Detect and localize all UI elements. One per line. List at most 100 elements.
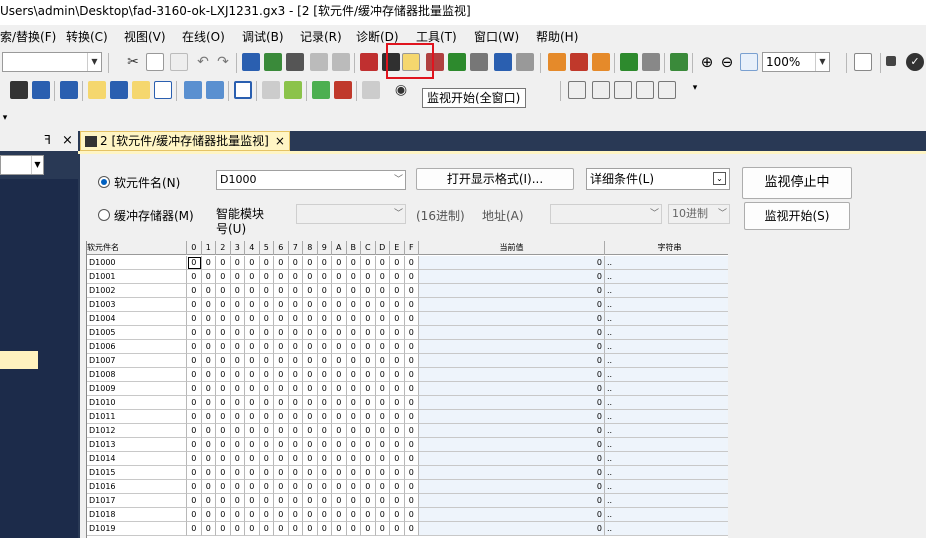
bit-cell[interactable]: 0 bbox=[245, 522, 260, 536]
bit-cell[interactable]: 0 bbox=[187, 298, 202, 312]
bit-cell[interactable]: 0 bbox=[346, 480, 361, 494]
bit-cell[interactable]: 0 bbox=[361, 256, 376, 270]
bit-cell[interactable]: 0 bbox=[303, 326, 318, 340]
bit-cell[interactable]: 0 bbox=[375, 256, 390, 270]
bit-cell[interactable]: 0 bbox=[245, 256, 260, 270]
floppy-icon[interactable] bbox=[32, 81, 50, 99]
verify-icon[interactable] bbox=[312, 81, 330, 99]
bit-cell[interactable]: 0 bbox=[404, 396, 419, 410]
bit-cell[interactable]: 0 bbox=[288, 494, 303, 508]
grid-icon-1[interactable] bbox=[568, 81, 586, 99]
chevron-down-icon[interactable]: ▼ bbox=[31, 156, 43, 174]
bit-cell[interactable]: 0 bbox=[288, 508, 303, 522]
bit-cell[interactable]: 0 bbox=[216, 480, 231, 494]
bit-cell[interactable]: 0 bbox=[317, 298, 332, 312]
bit-cell[interactable]: 0 bbox=[216, 452, 231, 466]
table-row[interactable]: D1010 0 0 0 0 0 0 0 0 0 0 0 0 0 0 0 0 0.. bbox=[87, 396, 728, 410]
table-icon[interactable] bbox=[154, 81, 172, 99]
bit-cell[interactable]: 0 bbox=[216, 340, 231, 354]
bit-cell[interactable]: 0 bbox=[361, 368, 376, 382]
bit-cell[interactable]: 0 bbox=[375, 410, 390, 424]
bit-cell[interactable]: 0 bbox=[230, 354, 245, 368]
bit-cell[interactable]: 0 bbox=[187, 270, 202, 284]
bit-cell[interactable]: 0 bbox=[187, 326, 202, 340]
bit-cell[interactable]: 0 bbox=[346, 340, 361, 354]
bit-cell[interactable]: 0 bbox=[346, 368, 361, 382]
bit-cell[interactable]: 0 bbox=[274, 368, 289, 382]
dev-grid-icon[interactable] bbox=[132, 81, 150, 99]
bit-cell[interactable]: 0 bbox=[346, 312, 361, 326]
bit-cell[interactable]: 0 bbox=[332, 256, 347, 270]
address-field[interactable]: ﹀ bbox=[550, 204, 662, 224]
module-field[interactable]: ﹀ bbox=[296, 204, 406, 224]
bit-cell[interactable]: 0 bbox=[216, 466, 231, 480]
bit-cell[interactable]: 0 bbox=[361, 340, 376, 354]
bit-cell[interactable]: 0 bbox=[361, 424, 376, 438]
bit-cell[interactable]: 0 bbox=[187, 480, 202, 494]
bit-cell[interactable]: 0 bbox=[259, 368, 274, 382]
bit-cell[interactable]: 0 bbox=[361, 410, 376, 424]
bit-cell[interactable]: 0 bbox=[187, 410, 202, 424]
bit-cell[interactable]: 0 bbox=[288, 340, 303, 354]
table-row[interactable]: D1004 0 0 0 0 0 0 0 0 0 0 0 0 0 0 0 0 0.. bbox=[87, 312, 728, 326]
bit-cell[interactable]: 0 bbox=[317, 522, 332, 536]
bit-cell[interactable]: 0 bbox=[303, 438, 318, 452]
bit-cell[interactable]: 0 bbox=[201, 438, 216, 452]
bit-cell[interactable]: 0 bbox=[346, 508, 361, 522]
bit-cell[interactable]: 0 bbox=[317, 354, 332, 368]
zoom-out-icon[interactable]: ⊖ bbox=[718, 53, 736, 71]
bit-cell[interactable]: 0 bbox=[288, 438, 303, 452]
bit-cell[interactable]: 0 bbox=[332, 424, 347, 438]
bit-cell[interactable]: 0 bbox=[201, 298, 216, 312]
bit-cell[interactable]: 0 bbox=[404, 424, 419, 438]
bit-cell[interactable]: 0 bbox=[288, 270, 303, 284]
eye-icon[interactable]: ◉ bbox=[392, 81, 410, 99]
bit-cell[interactable]: 0 bbox=[230, 298, 245, 312]
bit-cell[interactable]: 0 bbox=[216, 354, 231, 368]
bit-cell[interactable]: 0 bbox=[375, 298, 390, 312]
bit-cell[interactable]: 0 bbox=[317, 326, 332, 340]
bit-cell[interactable]: 0 bbox=[288, 396, 303, 410]
bit-cell[interactable]: 0 bbox=[332, 340, 347, 354]
bit-cell[interactable]: 0 bbox=[375, 284, 390, 298]
step-over-icon[interactable] bbox=[592, 53, 610, 71]
bit-cell[interactable]: 0 bbox=[404, 256, 419, 270]
chevron-down-icon[interactable]: ﹀ bbox=[394, 205, 403, 223]
bit-cell[interactable]: 0 bbox=[390, 522, 405, 536]
stop-square-icon[interactable] bbox=[886, 56, 896, 66]
bit-cell[interactable]: 0 bbox=[245, 424, 260, 438]
bit-cell[interactable]: 0 bbox=[375, 340, 390, 354]
bit-cell[interactable]: 0 bbox=[187, 382, 202, 396]
bit-cell[interactable]: 0 bbox=[404, 284, 419, 298]
close-icon[interactable]: × bbox=[275, 134, 285, 148]
bit-cell[interactable]: 0 bbox=[274, 438, 289, 452]
chevron-down-icon[interactable]: ▾ bbox=[0, 113, 10, 131]
bit-cell[interactable]: 0 bbox=[245, 410, 260, 424]
bit-cell[interactable]: 0 bbox=[259, 326, 274, 340]
zoom-combo[interactable]: 100% ▼ bbox=[762, 52, 830, 72]
bit-cell[interactable]: 0 bbox=[216, 326, 231, 340]
chevron-down-icon[interactable]: ▼ bbox=[815, 53, 829, 71]
table-row[interactable]: D1001 0 0 0 0 0 0 0 0 0 0 0 0 0 0 0 0 0.. bbox=[87, 270, 728, 284]
replace-icon[interactable] bbox=[310, 53, 328, 71]
chevron-down-icon[interactable]: ▼ bbox=[87, 53, 101, 71]
bit-cell[interactable]: 0 bbox=[332, 270, 347, 284]
dev-icon[interactable] bbox=[60, 81, 78, 99]
device-field[interactable]: D1000 ﹀ bbox=[216, 170, 406, 190]
bit-cell[interactable]: 0 bbox=[216, 396, 231, 410]
bit-cell[interactable]: 0 bbox=[346, 452, 361, 466]
bit-cell[interactable]: 0 bbox=[390, 480, 405, 494]
bit-cell[interactable]: 0 bbox=[317, 256, 332, 270]
bit-cell[interactable]: 0 bbox=[230, 256, 245, 270]
watch-search-icon[interactable] bbox=[206, 81, 224, 99]
bit-cell[interactable]: 0 bbox=[274, 312, 289, 326]
bit-cell[interactable]: 0 bbox=[332, 480, 347, 494]
bit-cell[interactable]: 0 bbox=[274, 298, 289, 312]
cut-icon[interactable]: ✂ bbox=[124, 53, 142, 71]
bit-cell[interactable]: 0 bbox=[404, 480, 419, 494]
bit-cell[interactable]: 0 bbox=[259, 522, 274, 536]
print-icon[interactable] bbox=[670, 53, 688, 71]
bit-cell[interactable]: 0 bbox=[346, 256, 361, 270]
table-row[interactable]: D1016 0 0 0 0 0 0 0 0 0 0 0 0 0 0 0 0 0.. bbox=[87, 480, 728, 494]
bit-cell[interactable]: 0 bbox=[259, 312, 274, 326]
